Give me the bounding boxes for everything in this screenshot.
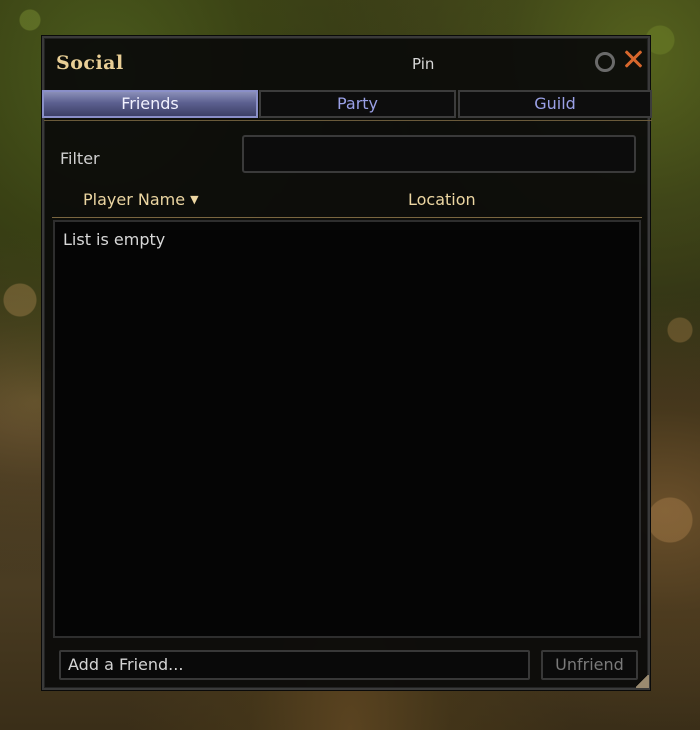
resize-grip-icon[interactable]: [636, 675, 649, 688]
column-header-player-name[interactable]: Player Name ▼: [83, 190, 199, 209]
title-bar[interactable]: Social Pin: [44, 38, 648, 88]
empty-list-message: List is empty: [63, 230, 166, 249]
social-window: Social Pin Friends Party Guild Filter Pl…: [42, 36, 652, 690]
filter-label: Filter: [60, 149, 100, 168]
filter-input[interactable]: [242, 135, 636, 173]
sort-down-icon: ▼: [190, 193, 199, 206]
tab-friends[interactable]: Friends: [42, 90, 258, 118]
tab-party[interactable]: Party: [259, 90, 456, 118]
settings-circle-icon[interactable]: [595, 52, 615, 72]
unfriend-button[interactable]: Unfriend: [541, 650, 638, 680]
location-label: Location: [408, 190, 476, 209]
friends-list[interactable]: List is empty: [53, 220, 641, 638]
tab-divider: [44, 120, 652, 121]
player-name-label: Player Name: [83, 190, 186, 209]
header-divider: [52, 217, 642, 218]
add-friend-input[interactable]: Add a Friend...: [59, 650, 530, 680]
tab-bar: Friends Party Guild: [42, 88, 652, 120]
window-title: Social: [56, 52, 124, 74]
close-icon[interactable]: [622, 48, 644, 70]
tab-guild[interactable]: Guild: [458, 90, 652, 118]
pin-button[interactable]: Pin: [412, 55, 434, 73]
column-header-location[interactable]: Location: [408, 190, 476, 209]
